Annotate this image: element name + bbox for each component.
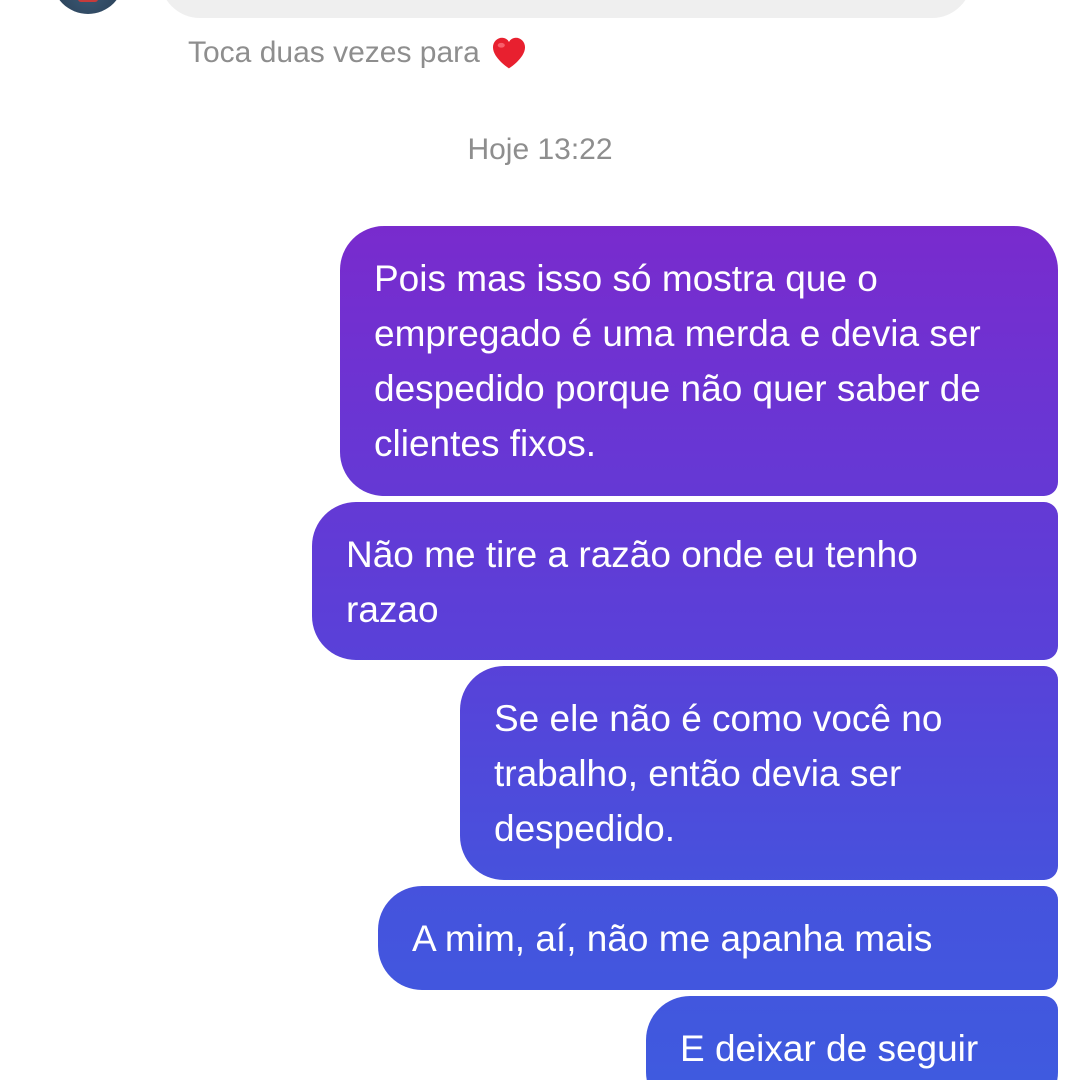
message-text: Não me tire a razão onde eu tenho razao <box>346 534 918 630</box>
message-text: Se ele não é como você no trabalho, entã… <box>494 698 943 849</box>
chat-screen: Toca duas vezes para Hoje 13:22 Pois mas… <box>0 0 1080 1080</box>
outgoing-message-bubble[interactable]: Se ele não é como você no trabalho, entã… <box>460 666 1058 880</box>
message-thread: Pois mas isso só mostra que o empregado … <box>0 0 1080 1080</box>
outgoing-message-bubble[interactable]: A mim, aí, não me apanha mais <box>378 886 1058 990</box>
message-text: Pois mas isso só mostra que o empregado … <box>374 258 981 464</box>
message-text: A mim, aí, não me apanha mais <box>412 918 933 959</box>
message-text: E deixar de seguir <box>680 1028 979 1069</box>
outgoing-message-bubble[interactable]: E deixar de seguir <box>646 996 1058 1080</box>
outgoing-message-bubble[interactable]: Não me tire a razão onde eu tenho razao <box>312 502 1058 660</box>
outgoing-message-bubble[interactable]: Pois mas isso só mostra que o empregado … <box>340 226 1058 496</box>
